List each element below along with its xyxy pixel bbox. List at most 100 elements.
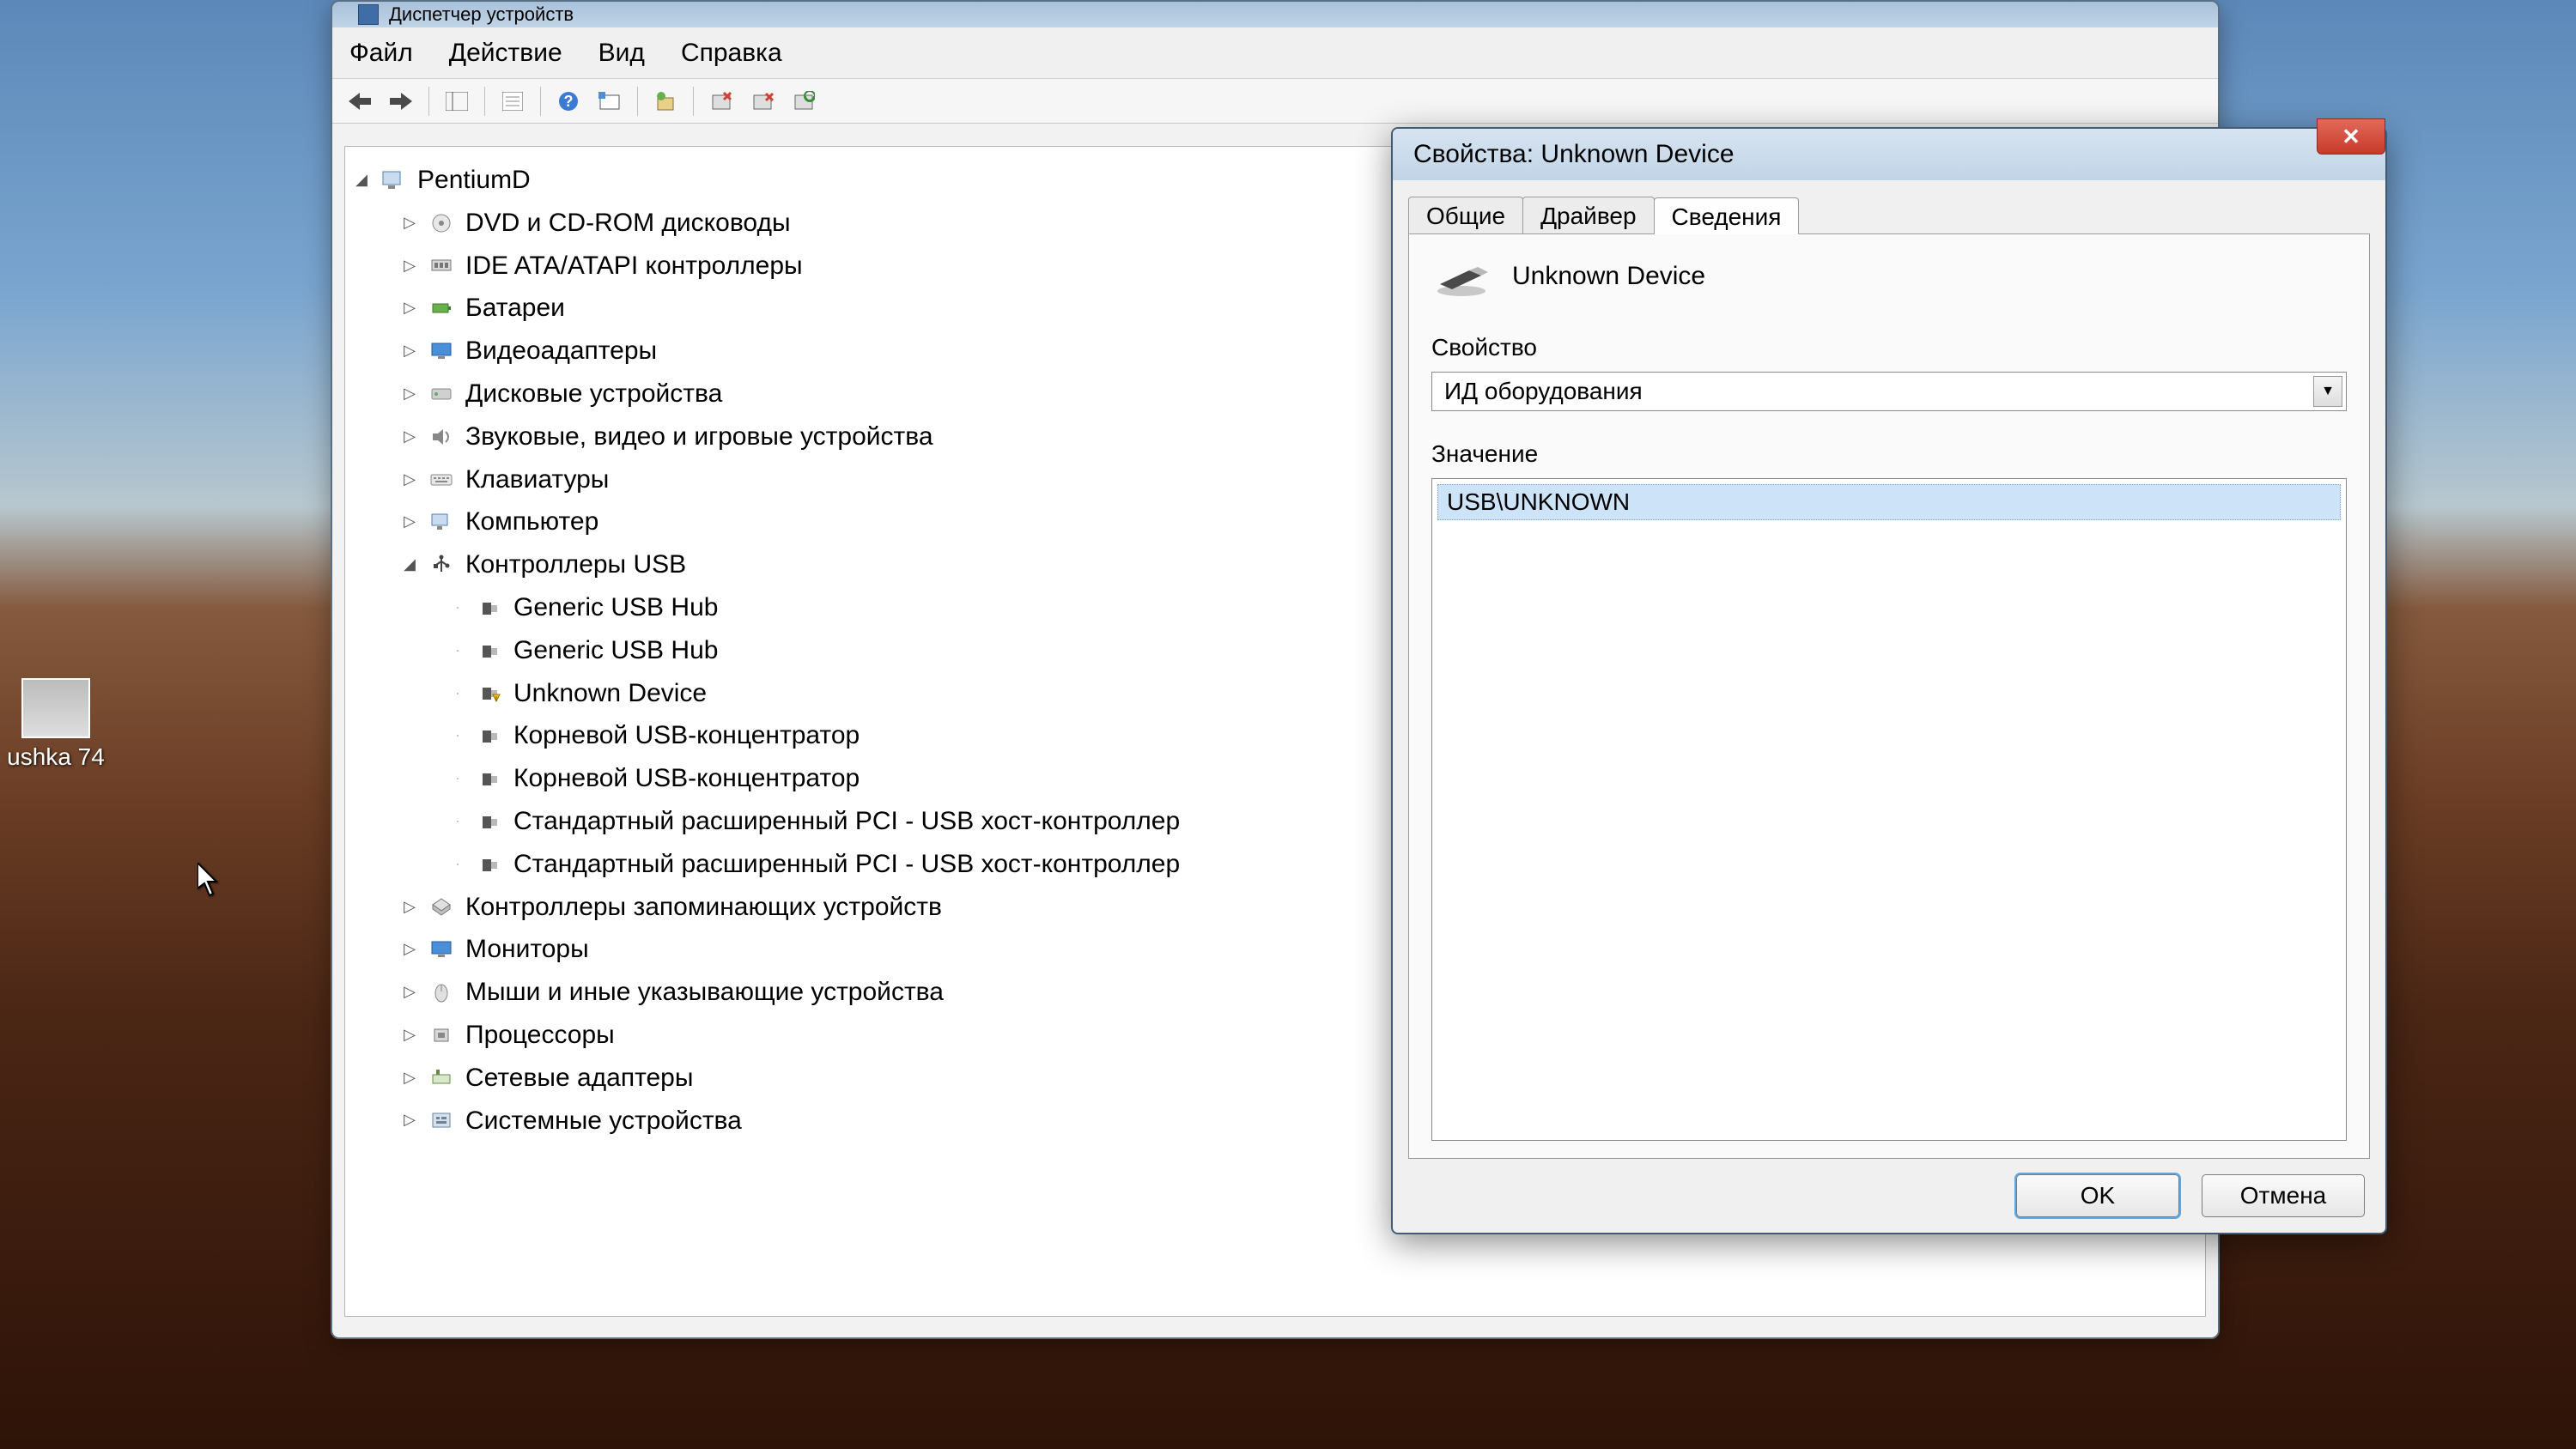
property-combo[interactable]: ИД оборудования ▼ [1431, 372, 2347, 411]
tree-category-label: Дисковые устройства [465, 373, 722, 415]
properties-dialog: Свойства: Unknown Device ✕ Общие Драйвер… [1391, 127, 2387, 1234]
display-icon [428, 339, 455, 363]
usbdev-icon [476, 852, 503, 876]
usbdev-warn-icon: ! [476, 681, 503, 705]
expand-icon[interactable]: ▷ [402, 258, 417, 273]
toolbar-separator [693, 87, 694, 116]
ide-icon [428, 253, 455, 277]
tree-leaf-spacer: · [450, 643, 465, 658]
menu-bar: Файл Действие Вид Справка [332, 27, 2218, 79]
disable-button[interactable] [744, 84, 781, 118]
window-title-bar[interactable]: Диспетчер устройств [332, 2, 2218, 27]
expand-icon[interactable]: ▷ [402, 985, 417, 1000]
enable-button[interactable] [785, 84, 823, 118]
menu-action[interactable]: Действие [449, 39, 562, 68]
system-icon [428, 1108, 455, 1132]
ok-button[interactable]: OK [2016, 1174, 2179, 1217]
toolbar-separator [540, 87, 541, 116]
menu-view[interactable]: Вид [598, 39, 645, 68]
value-listbox[interactable]: USB\UNKNOWN [1431, 478, 2347, 1141]
tree-leaf-spacer: · [450, 728, 465, 743]
usbdev-icon [476, 639, 503, 663]
svg-text:!: ! [495, 696, 497, 702]
menu-file[interactable]: Файл [349, 39, 413, 68]
property-field-label: Свойство [1431, 334, 2347, 361]
help-button[interactable]: ? [550, 84, 587, 118]
svg-text:?: ? [564, 93, 574, 110]
tree-device-label: Unknown Device [513, 672, 707, 715]
show-hide-tree-button[interactable] [438, 84, 476, 118]
collapse-icon[interactable]: ◢ [402, 557, 417, 573]
value-list-item[interactable]: USB\UNKNOWN [1437, 484, 2341, 520]
expand-icon[interactable]: ▷ [402, 1070, 417, 1086]
scan-hardware-button[interactable] [591, 84, 629, 118]
tree-category-label: Контроллеры USB [465, 543, 686, 586]
app-icon [358, 4, 379, 25]
tree-leaf-spacer: · [450, 814, 465, 829]
tree-leaf-spacer: · [450, 771, 465, 786]
monitor-icon [428, 937, 455, 961]
expand-icon[interactable]: ▷ [402, 899, 417, 914]
window-title: Диспетчер устройств [389, 3, 574, 26]
toolbar: ? [332, 79, 2218, 124]
uninstall-button[interactable] [702, 84, 740, 118]
usbdev-icon [476, 767, 503, 791]
dialog-title: Свойства: Unknown Device [1413, 140, 1735, 169]
tree-leaf-spacer: · [450, 857, 465, 872]
close-button[interactable]: ✕ [2317, 118, 2385, 155]
tree-category-label: IDE ATA/ATAPI контроллеры [465, 245, 803, 288]
expand-icon[interactable]: ▷ [402, 300, 417, 316]
computer-icon [428, 510, 455, 534]
tab-panel-details: Unknown Device Свойство ИД оборудования … [1408, 233, 2370, 1159]
dialog-title-bar[interactable]: Свойства: Unknown Device ✕ [1393, 129, 2385, 180]
tree-category-label: Контроллеры запоминающих устройств [465, 886, 942, 929]
cpu-icon [428, 1023, 455, 1047]
hdd-icon [428, 382, 455, 406]
tab-driver[interactable]: Драйвер [1522, 197, 1654, 233]
expand-icon[interactable]: ▷ [402, 429, 417, 445]
back-button[interactable] [341, 84, 379, 118]
tab-details[interactable]: Сведения [1654, 197, 1800, 234]
desktop-shortcut-label: ushka 74 [0, 743, 112, 771]
chevron-down-icon[interactable]: ▼ [2313, 376, 2342, 407]
tab-strip: Общие Драйвер Сведения [1408, 194, 2370, 233]
close-icon: ✕ [2342, 124, 2360, 150]
usbdev-icon [476, 809, 503, 834]
expand-icon[interactable]: ▷ [402, 386, 417, 402]
expand-icon[interactable]: ▷ [402, 514, 417, 530]
expand-icon[interactable]: ▷ [402, 942, 417, 957]
disc-icon [428, 211, 455, 235]
tree-root-label: PentiumD [417, 159, 531, 202]
tree-category-label: Батареи [465, 287, 565, 330]
value-field-label: Значение [1431, 440, 2347, 468]
network-icon [428, 1066, 455, 1090]
desktop-shortcut[interactable]: ushka 74 [0, 678, 112, 771]
cancel-button[interactable]: Отмена [2202, 1174, 2365, 1217]
tree-leaf-spacer: · [450, 600, 465, 615]
tree-device-label: Корневой USB-концентратор [513, 757, 860, 800]
sound-icon [428, 425, 455, 449]
collapse-icon[interactable]: ◢ [354, 173, 369, 188]
tree-category-label: Звуковые, видео и игровые устройства [465, 415, 933, 458]
computer-icon [380, 168, 407, 192]
tree-category-label: Видеоадаптеры [465, 330, 657, 373]
update-driver-button[interactable] [647, 84, 684, 118]
tree-category-label: Системные устройства [465, 1100, 742, 1143]
expand-icon[interactable]: ▷ [402, 1028, 417, 1043]
tree-category-label: Сетевые адаптеры [465, 1057, 693, 1100]
expand-icon[interactable]: ▷ [402, 343, 417, 359]
toolbar-separator [637, 87, 638, 116]
expand-icon[interactable]: ▷ [402, 1113, 417, 1128]
properties-button[interactable] [494, 84, 532, 118]
menu-help[interactable]: Справка [681, 39, 782, 68]
expand-icon[interactable]: ▷ [402, 471, 417, 487]
toolbar-separator [484, 87, 485, 116]
device-name-label: Unknown Device [1512, 262, 1705, 291]
desktop-shortcut-thumb [21, 678, 90, 738]
tab-general[interactable]: Общие [1408, 197, 1523, 233]
expand-icon[interactable]: ▷ [402, 215, 417, 231]
tree-device-label: Generic USB Hub [513, 629, 718, 672]
dialog-body: Общие Драйвер Сведения Unknown Device Св… [1393, 180, 2385, 1233]
forward-button[interactable] [382, 84, 420, 118]
device-header: Unknown Device [1431, 255, 2347, 298]
